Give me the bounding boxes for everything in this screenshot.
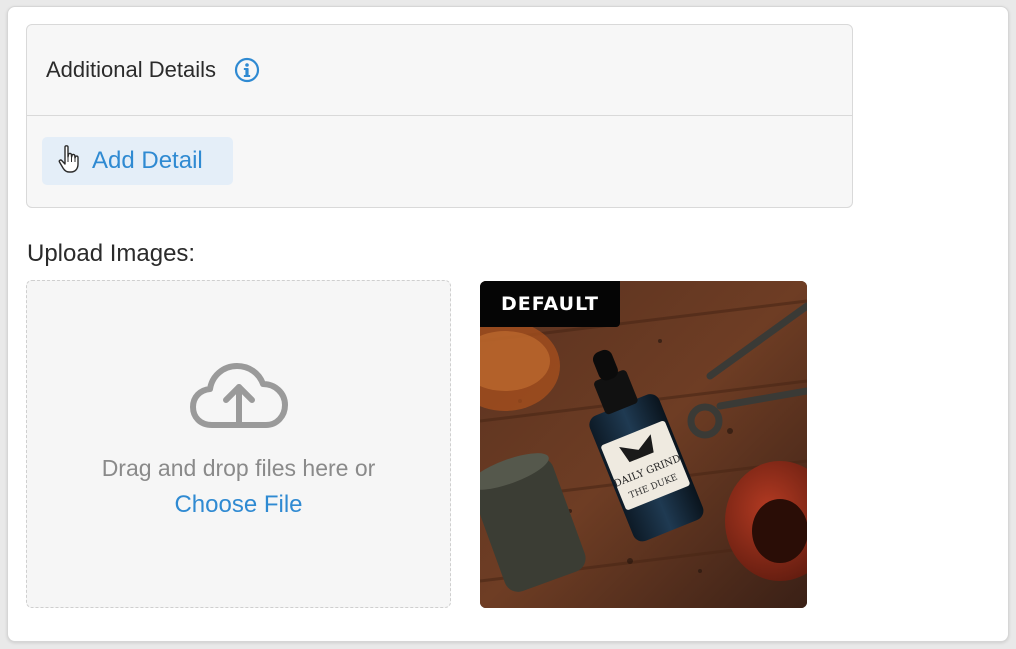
additional-details-title: Additional Details [46, 57, 216, 82]
additional-details-header: Additional Details [27, 25, 852, 116]
add-detail-button[interactable]: Add Detail [42, 137, 233, 185]
info-circle-icon[interactable] [234, 57, 260, 83]
choose-file-link[interactable]: Choose File [27, 491, 450, 519]
uploaded-image-thumbnail[interactable]: DAILY GRIND THE DUKE DEFAULT [480, 281, 807, 608]
additional-details-panel: Additional Details Add Detail [26, 24, 853, 208]
default-image-badge: DEFAULT [480, 281, 620, 327]
dropzone-instructions: Drag and drop files here or [101, 455, 376, 481]
product-photo: DAILY GRIND THE DUKE [480, 281, 807, 608]
image-dropzone[interactable]: Drag and drop files here or Choose File [26, 280, 451, 608]
hand-pointer-icon [56, 143, 84, 175]
add-detail-label: Add Detail [92, 147, 203, 174]
upload-images-label: Upload Images: [27, 240, 196, 267]
cloud-upload-icon [190, 361, 288, 433]
